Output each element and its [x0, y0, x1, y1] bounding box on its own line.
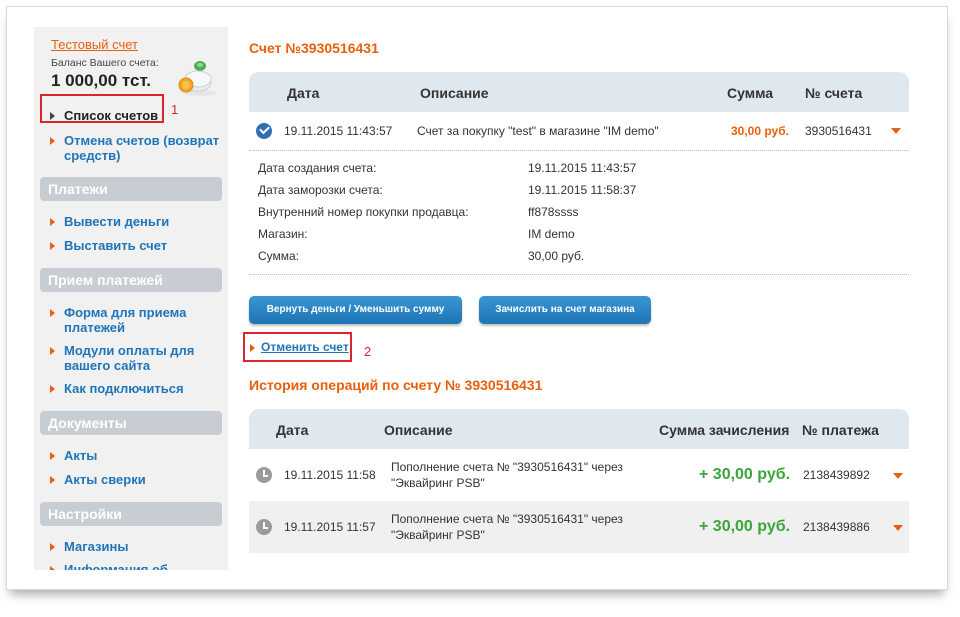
- bullet-arrow-icon: [50, 347, 55, 355]
- col-number: № счета: [805, 85, 863, 101]
- expand-arrow-icon[interactable]: [891, 128, 901, 134]
- bullet-arrow-icon: [50, 566, 55, 570]
- bullet-arrow-icon: [50, 309, 55, 317]
- cancel-invoice-link[interactable]: Отменить счет: [261, 340, 349, 354]
- detail-label: Внутренний номер покупки продавца:: [258, 205, 469, 219]
- history-description: Пополнение счета № "3930516431" через: [391, 512, 623, 526]
- divider: [249, 274, 909, 275]
- detail-label: Дата заморозки счета:: [258, 183, 383, 197]
- col-credit-amount: Сумма зачисления: [659, 422, 790, 438]
- col-date: Дата: [276, 422, 309, 438]
- sidebar-item-payment-form[interactable]: Форма для приема платежей: [50, 305, 210, 335]
- col-description: Описание: [384, 422, 453, 438]
- sidebar-item-label: Как подключиться: [64, 381, 184, 396]
- section-head-receiving: Прием платежей: [40, 268, 222, 292]
- history-row[interactable]: 19.11.2015 11:57 Пополнение счета № "393…: [249, 501, 909, 553]
- sidebar-item-label: Модули оплаты для вашего сайта: [64, 343, 195, 373]
- history-description: Пополнение счета № "3930516431" через: [391, 460, 623, 474]
- paid-check-icon: [256, 123, 272, 139]
- test-account-link[interactable]: Тестовый счет: [51, 37, 138, 52]
- history-table-header: Дата Описание Сумма зачисления № платежа: [249, 409, 909, 449]
- history-description: "Эквайринг PSB": [391, 476, 485, 490]
- detail-value: IM demo: [528, 227, 575, 241]
- bullet-arrow-icon: [50, 452, 55, 460]
- sidebar-item-cancel-invoices[interactable]: Отмена счетов (возврат средств): [50, 133, 220, 163]
- invoice-date: 19.11.2015 11:43:57: [284, 124, 393, 138]
- sidebar-item-issue-invoice[interactable]: Выставить счет: [50, 238, 167, 253]
- col-payment-number: № платежа: [802, 422, 879, 438]
- page-frame: Тестовый счет Баланс Вашего счета: 1 000…: [6, 6, 948, 590]
- col-date: Дата: [287, 85, 320, 101]
- history-title: История операций по счету № 3930516431: [249, 377, 543, 393]
- sidebar-item-payment-modules[interactable]: Модули оплаты для вашего сайта: [50, 343, 210, 373]
- bullet-arrow-icon: [50, 385, 55, 393]
- invoice-number: 3930516431: [805, 124, 872, 138]
- detail-label: Сумма:: [258, 249, 300, 263]
- history-description: "Эквайринг PSB": [391, 528, 485, 542]
- sidebar-item-shops[interactable]: Магазины: [50, 539, 128, 554]
- history-payment-number: 2138439886: [803, 520, 870, 534]
- sidebar-item-how-to-connect[interactable]: Как подключиться: [50, 381, 184, 396]
- bullet-arrow-icon: [50, 218, 55, 226]
- invoice-title: Счет №3930516431: [249, 40, 379, 56]
- sidebar-item-withdraw[interactable]: Вывести деньги: [50, 214, 169, 229]
- history-date: 19.11.2015 11:58: [284, 468, 376, 482]
- sidebar-item-label: Информация об: [64, 562, 168, 570]
- balance-label: Баланс Вашего счета:: [51, 57, 159, 69]
- sidebar-item-reconciliation[interactable]: Акты сверки: [50, 472, 146, 487]
- section-head-documents: Документы: [40, 411, 222, 435]
- sidebar-item-label: Выставить счет: [64, 238, 168, 253]
- section-head-payments: Платежи: [40, 177, 222, 201]
- expand-arrow-icon[interactable]: [893, 473, 903, 479]
- clock-icon: [256, 519, 272, 535]
- sidebar-item-label: Акты сверки: [64, 472, 146, 487]
- detail-value: ff878ssss: [528, 205, 579, 219]
- history-payment-number: 2138439892: [803, 468, 870, 482]
- sidebar-item-label: Форма для приема платежей: [64, 305, 187, 335]
- history-row[interactable]: 19.11.2015 11:58 Пополнение счета № "393…: [249, 449, 909, 501]
- invoice-amount: 30,00 руб.: [731, 124, 789, 138]
- history-date: 19.11.2015 11:57: [284, 520, 376, 534]
- balance-value: 1 000,00 тст.: [51, 71, 152, 90]
- divider: [249, 150, 909, 151]
- history-amount: + 30,00 руб.: [699, 518, 791, 535]
- detail-value: 19.11.2015 11:58:37: [528, 183, 637, 197]
- sidebar-item-label: Акты: [64, 448, 98, 463]
- invoice-row[interactable]: 19.11.2015 11:43:57 Счет за покупку "tes…: [249, 112, 909, 150]
- bullet-arrow-icon: [50, 543, 55, 551]
- bullet-arrow-icon: [50, 242, 55, 250]
- highlight-box-1: [40, 94, 164, 123]
- annotation-number-1: 1: [171, 102, 179, 117]
- detail-value: 19.11.2015 11:43:57: [528, 161, 637, 175]
- credit-shop-button[interactable]: Зачислить на счет магазина: [479, 296, 651, 324]
- annotation-number-2: 2: [364, 344, 372, 359]
- sidebar-item-label: Отмена счетов (возврат средств): [64, 133, 220, 163]
- bullet-arrow-icon: [50, 476, 55, 484]
- detail-value: 30,00 руб.: [528, 249, 585, 263]
- invoice-description: Счет за покупку "test" в магазине "IM de…: [417, 124, 659, 138]
- bullet-arrow-icon: [250, 344, 255, 352]
- sidebar-item-label: Магазины: [64, 539, 129, 554]
- section-head-settings: Настройки: [40, 502, 222, 526]
- coins-icon: [178, 61, 216, 96]
- sidebar-item-label: Вывести деньги: [64, 214, 170, 229]
- sidebar-item-acts[interactable]: Акты: [50, 448, 97, 463]
- col-description: Описание: [420, 85, 489, 101]
- refund-button[interactable]: Вернуть деньги / Уменьшить сумму: [249, 296, 462, 324]
- history-amount: + 30,00 руб.: [699, 466, 791, 483]
- detail-label: Магазин:: [258, 227, 308, 241]
- bullet-arrow-icon: [50, 137, 55, 145]
- clock-icon: [256, 467, 272, 483]
- col-amount: Сумма: [727, 85, 774, 101]
- expand-arrow-icon[interactable]: [893, 525, 903, 531]
- detail-label: Дата создания счета:: [258, 161, 377, 175]
- sidebar-item-info[interactable]: Информация об: [50, 562, 168, 570]
- invoice-table-header: Дата Описание Сумма № счета: [249, 72, 909, 112]
